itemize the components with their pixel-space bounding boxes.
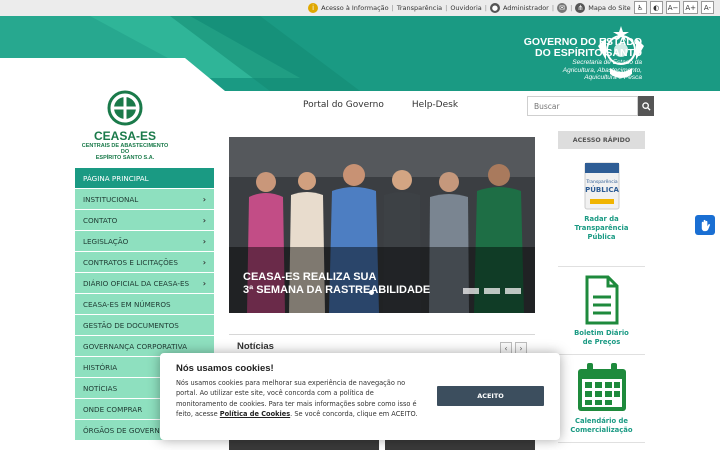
sidebar-item-ceasa-em-numeros[interactable]: CEASA-ES em Números xyxy=(75,294,214,314)
page: i Acesso à Informação | Transparência | … xyxy=(0,0,720,450)
sidebar-item-label: Gestão de Documentos xyxy=(83,320,179,330)
carousel-indicator[interactable] xyxy=(369,290,374,295)
partner-logo xyxy=(505,288,521,294)
sidebar-item-label: Diário Oficial da CEASA-ES xyxy=(83,278,190,288)
quick-access-label: Transparência xyxy=(574,224,629,232)
logo-name: CEASA-ES xyxy=(93,129,156,143)
radar-transparencia-icon: Transparência PÚBLICA xyxy=(584,162,619,210)
logo-full-name-line2: ESPÍRITO SANTO S.A. xyxy=(95,155,155,161)
nav-help-desk[interactable]: Help-Desk xyxy=(412,100,458,110)
separator: | xyxy=(551,3,555,12)
chevron-right-icon: › xyxy=(202,215,206,225)
news-thumbnail[interactable] xyxy=(385,440,535,450)
hero-caption-line1: CEASA-ES REALIZA SUA xyxy=(243,271,377,283)
sidebar-item-label: Órgãos de Governa xyxy=(83,425,165,435)
quick-access-label: Boletim Diário xyxy=(574,329,629,337)
utility-bar: i Acesso à Informação | Transparência | … xyxy=(0,0,720,16)
search-box xyxy=(527,96,654,116)
quick-access-radar[interactable]: Transparência PÚBLICA Radar da Transparê… xyxy=(558,149,645,267)
sidebar-item-institucional[interactable]: Institucional › xyxy=(75,189,214,209)
chevron-right-icon: › xyxy=(202,278,206,288)
font-decrease-button[interactable]: A- xyxy=(701,1,714,14)
sidebar-item-legislacao[interactable]: Legislação › xyxy=(75,231,214,251)
coat-of-arms-icon xyxy=(598,26,644,78)
utility-links: i Acesso à Informação | Transparência | … xyxy=(308,1,714,14)
hero-caption-line2: 3ª SEMANA DA RASTREABILIDADE xyxy=(243,284,431,296)
chevron-right-icon: › xyxy=(202,194,206,204)
quick-access-label: Comercialização xyxy=(570,426,633,434)
quick-access-label: de Preços xyxy=(582,338,621,346)
nav-portal-do-governo[interactable]: Portal do Governo xyxy=(303,100,384,110)
sidebar-item-label: Governança Corporativa xyxy=(83,341,188,351)
user-icon: ● xyxy=(489,2,500,13)
quick-access-next[interactable] xyxy=(558,443,645,450)
separator: | xyxy=(484,3,487,12)
contrast-icon[interactable]: ◐ xyxy=(649,1,663,14)
sidebar-item-pagina-principal[interactable]: Página Principal xyxy=(75,168,214,188)
link-mapa-do-site[interactable]: Mapa do Site xyxy=(588,4,630,12)
hero-carousel[interactable]: CEASA-ES REALIZA SUA 3ª SEMANA DA RASTRE… xyxy=(229,137,535,313)
news-title: Notícias xyxy=(237,341,274,352)
sign-language-button[interactable] xyxy=(695,215,715,235)
info-icon: i xyxy=(308,2,319,13)
cookie-message: Nós usamos cookies para melhorar sua exp… xyxy=(176,378,421,420)
hero-caption[interactable]: CEASA-ES REALIZA SUA 3ª SEMANA DA RASTRE… xyxy=(243,271,430,297)
mail-icon[interactable]: ✉ xyxy=(557,2,568,13)
sitemap-icon: ⋔ xyxy=(575,2,586,13)
search-button[interactable] xyxy=(638,96,654,116)
link-acesso-informacao[interactable]: Acesso à Informação xyxy=(321,4,388,12)
font-normal-button[interactable]: A− xyxy=(665,1,681,14)
news-thumbnail[interactable] xyxy=(229,440,379,450)
cookie-policy-link[interactable]: Política de Cookies xyxy=(220,410,290,418)
sidebar-item-label: Institucional xyxy=(83,194,139,204)
separator: | xyxy=(391,3,394,12)
hero-partner-logos xyxy=(463,288,521,294)
calendar-icon xyxy=(577,363,626,411)
sidebar-item-label: Legislação xyxy=(83,236,129,246)
sidebar-item-label: Página Principal xyxy=(83,173,149,183)
main-nav: Portal do Governo Help-Desk xyxy=(303,100,458,110)
link-administrador[interactable]: Administrador xyxy=(503,4,549,12)
cookie-title: Nós usamos cookies! xyxy=(176,363,274,374)
document-icon xyxy=(585,275,618,325)
sidebar-item-contratos-licitacoes[interactable]: Contratos e Licitações › xyxy=(75,252,214,272)
font-increase-button[interactable]: A+ xyxy=(683,1,698,14)
quick-access-boletim[interactable]: Boletim Diário de Preços xyxy=(558,267,645,355)
partner-logo xyxy=(484,288,500,294)
partner-logo xyxy=(463,288,479,294)
radar-card-text: Transparência xyxy=(585,178,618,185)
cookie-text: . Se você concorda, clique em ACEITO. xyxy=(290,410,418,419)
sidebar-item-label: CEASA-ES em Números xyxy=(83,299,171,309)
sidebar-item-gestao-documentos[interactable]: Gestão de Documentos xyxy=(75,315,214,335)
hand-icon xyxy=(701,219,710,231)
accept-cookies-button[interactable]: ACEITO xyxy=(437,386,544,406)
sidebar-item-label: Notícias xyxy=(83,383,118,393)
link-transparencia[interactable]: Transparência xyxy=(397,4,442,12)
accessibility-icon[interactable]: ♿ xyxy=(633,1,647,14)
logo-full-name-line1: CENTRAIS DE ABASTECIMENTO DO xyxy=(81,143,169,155)
chevron-right-icon: › xyxy=(202,257,206,267)
radar-card-text: PÚBLICA xyxy=(585,185,619,194)
chevron-right-icon: › xyxy=(202,236,206,246)
quick-access-calendario[interactable]: Calendário de Comercialização xyxy=(558,355,645,443)
separator: | xyxy=(570,3,573,12)
quick-access-label: Calendário de xyxy=(575,417,628,425)
sidebar-item-label: Contratos e Licitações xyxy=(83,257,178,267)
sidebar-item-label: História xyxy=(83,362,118,372)
quick-access-label: Pública xyxy=(587,233,616,241)
search-input[interactable] xyxy=(527,96,638,116)
quick-access-panel: ACESSO RÁPIDO Transparência PÚBLICA Rada… xyxy=(558,131,645,450)
sidebar-item-label: Contato xyxy=(83,215,118,225)
ceasa-emblem-icon xyxy=(107,90,143,126)
sidebar-item-label: Onde Comprar xyxy=(83,404,143,414)
link-ouvidoria[interactable]: Ouvidoria xyxy=(450,4,481,12)
sidebar-item-diario-oficial[interactable]: Diário Oficial da CEASA-ES › xyxy=(75,273,214,293)
quick-access-label: Radar da xyxy=(584,215,619,223)
sidebar-item-contato[interactable]: Contato › xyxy=(75,210,214,230)
separator: | xyxy=(445,3,448,12)
quick-access-title: ACESSO RÁPIDO xyxy=(558,131,645,149)
ceasa-logo[interactable]: CEASA-ES CENTRAIS DE ABASTECIMENTO DO ES… xyxy=(78,90,172,161)
cookie-consent-dialog: Nós usamos cookies! Nós usamos cookies p… xyxy=(160,353,560,440)
search-icon xyxy=(641,101,651,111)
